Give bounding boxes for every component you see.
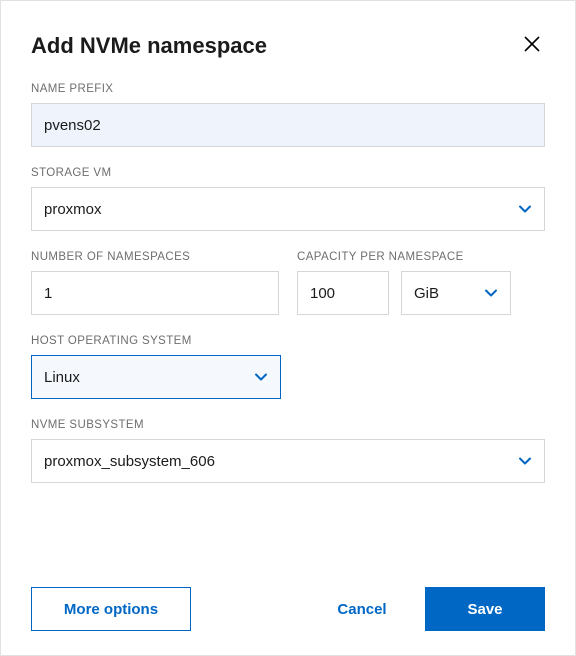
capacity-per-namespace-field: CAPACITY PER NAMESPACE 100 GiB: [297, 251, 545, 315]
dialog-title: Add NVMe namespace: [31, 33, 267, 59]
close-icon[interactable]: [519, 31, 545, 61]
cancel-button[interactable]: Cancel: [317, 587, 407, 631]
num-ns-value: 1: [44, 285, 52, 302]
chevron-down-icon: [518, 454, 532, 468]
capacity-unit-select[interactable]: GiB: [401, 271, 511, 315]
storage-vm-label: STORAGE VM: [31, 167, 545, 179]
num-ns-label: NUMBER OF NAMESPACES: [31, 251, 279, 263]
capacity-unit-value: GiB: [414, 285, 439, 302]
name-prefix-field: NAME PREFIX pvens02: [31, 83, 545, 147]
storage-vm-select[interactable]: proxmox: [31, 187, 545, 231]
number-of-namespaces-field: NUMBER OF NAMESPACES 1: [31, 251, 279, 315]
storage-vm-value: proxmox: [44, 201, 102, 218]
chevron-down-icon: [518, 202, 532, 216]
dialog-footer: More options Cancel Save: [31, 587, 545, 631]
capacity-value: 100: [310, 285, 335, 302]
nvme-subsystem-select[interactable]: proxmox_subsystem_606: [31, 439, 545, 483]
num-ns-input[interactable]: 1: [31, 271, 279, 315]
host-os-field: HOST OPERATING SYSTEM Linux: [31, 335, 545, 399]
host-os-select[interactable]: Linux: [31, 355, 281, 399]
name-prefix-input[interactable]: pvens02: [31, 103, 545, 147]
chevron-down-icon: [254, 370, 268, 384]
more-options-button[interactable]: More options: [31, 587, 191, 631]
save-button[interactable]: Save: [425, 587, 545, 631]
chevron-down-icon: [484, 286, 498, 300]
name-prefix-label: NAME PREFIX: [31, 83, 545, 95]
nvme-subsystem-value: proxmox_subsystem_606: [44, 453, 215, 470]
nvme-subsystem-label: NVME SUBSYSTEM: [31, 419, 545, 431]
name-prefix-value: pvens02: [44, 117, 101, 134]
host-os-value: Linux: [44, 369, 80, 386]
add-nvme-namespace-dialog: Add NVMe namespace NAME PREFIX pvens02 S…: [0, 0, 576, 656]
cap-ns-label: CAPACITY PER NAMESPACE: [297, 251, 545, 263]
count-capacity-row: NUMBER OF NAMESPACES 1 CAPACITY PER NAME…: [31, 251, 545, 315]
nvme-subsystem-field: NVME SUBSYSTEM proxmox_subsystem_606: [31, 419, 545, 483]
dialog-header: Add NVMe namespace: [31, 31, 545, 61]
storage-vm-field: STORAGE VM proxmox: [31, 167, 545, 231]
capacity-value-input[interactable]: 100: [297, 271, 389, 315]
host-os-label: HOST OPERATING SYSTEM: [31, 335, 545, 347]
